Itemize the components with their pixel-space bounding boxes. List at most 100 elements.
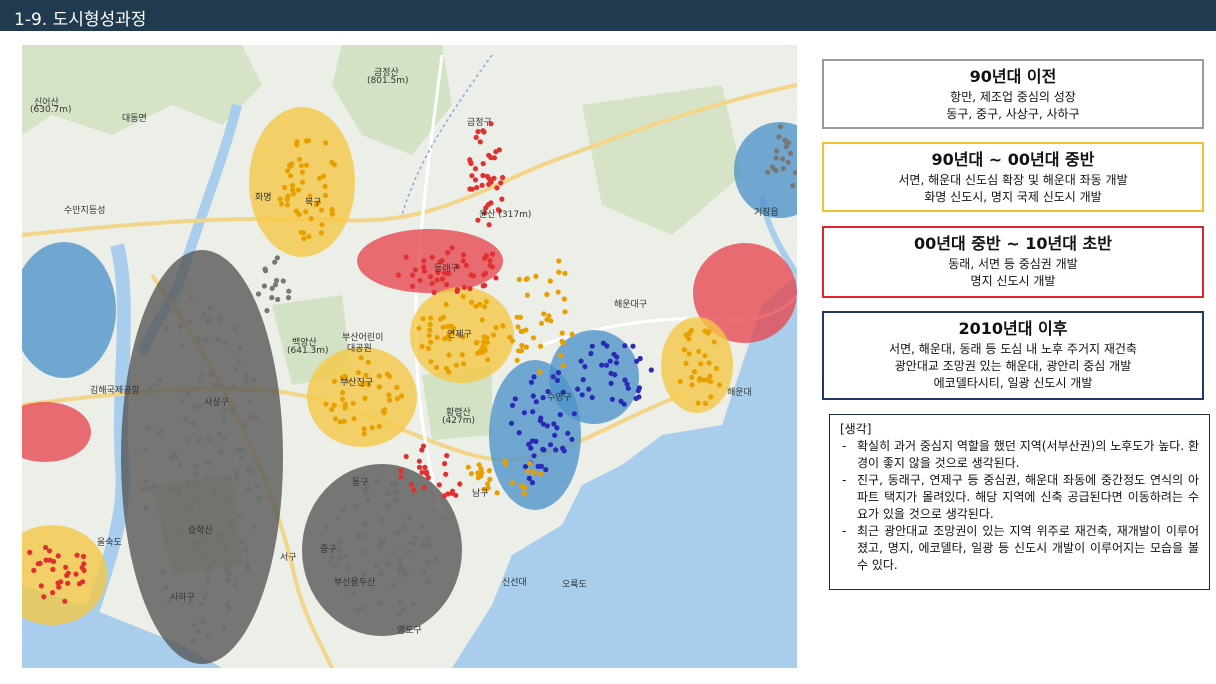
legend-title: 90년대 이전 [969, 67, 1057, 86]
apartment-dot [473, 303, 479, 309]
apartment-dot [488, 179, 494, 185]
apartment-dot [377, 544, 383, 550]
apartment-dot [319, 222, 325, 228]
apartment-dot [55, 553, 61, 559]
apartment-dot [262, 268, 269, 274]
map-label: 승학산 [188, 526, 213, 536]
apartment-dot [554, 377, 561, 383]
apartment-dot [151, 483, 157, 489]
apartment-dot [224, 499, 231, 505]
apartment-dot [187, 319, 193, 325]
map-label: 부산용두산 [334, 578, 376, 588]
apartment-dot [635, 388, 641, 394]
apartment-dot [336, 547, 342, 553]
apartment-dot [686, 351, 692, 357]
apartment-dot [428, 315, 434, 321]
apartment-dot [543, 467, 549, 473]
apartment-dot [245, 486, 251, 493]
apartment-dot [227, 519, 233, 526]
apartment-dot [186, 437, 192, 443]
apartment-dot [416, 458, 422, 464]
apartment-dot [289, 182, 296, 188]
apartment-dot [515, 324, 521, 330]
apartment-dot [179, 398, 185, 404]
apartment-dot [222, 407, 228, 413]
legend-90s-00s: 90년대 ~ 00년대 중반 서면, 해운대 신도심 확장 및 해운대 좌동 개발… [822, 142, 1204, 212]
apartment-dot [394, 384, 400, 390]
apartment-dot [556, 269, 562, 275]
apartment-dot [702, 353, 708, 359]
apartment-dot [477, 139, 483, 145]
apartment-dot [529, 480, 535, 486]
apartment-dot [142, 478, 149, 484]
map-label: 수영구 [547, 393, 572, 403]
apartment-dot [613, 360, 620, 366]
apartment-dot [681, 347, 688, 353]
map-label: 김해국제공항 [90, 386, 140, 396]
legend-title: 2010년대 이후 [958, 319, 1068, 338]
apartment-dot [557, 412, 563, 418]
apartment-dot [187, 501, 194, 507]
apartment-dot [389, 481, 395, 487]
apartment-dot [443, 301, 449, 307]
legend-line: 명지 신도시 개발 [970, 274, 1056, 288]
page-title: 1-9. 도시형성과정 [14, 10, 147, 30]
map-label: 화명 [255, 193, 272, 203]
apartment-dot [509, 338, 516, 344]
apartment-dot [436, 482, 442, 488]
apartment-dot [200, 312, 207, 318]
apartment-dot [41, 594, 47, 600]
map-label: 동구 [352, 478, 369, 488]
apartment-dot [502, 458, 508, 464]
apartment-dot [50, 590, 56, 596]
apartment-dot [27, 549, 33, 555]
apartment-dot [378, 570, 384, 576]
apartment-dot [225, 577, 231, 583]
apartment-dot [625, 385, 631, 391]
apartment-dot [218, 318, 224, 324]
apartment-dot [541, 311, 547, 317]
apartment-dot [512, 396, 518, 402]
apartment-dot [190, 639, 196, 645]
apartment-dot [449, 490, 455, 496]
apartment-dot [177, 324, 183, 330]
apartment-dot [322, 192, 328, 198]
apartment-dot [427, 274, 434, 280]
apartment-dot [419, 343, 425, 350]
apartment-dot [482, 304, 488, 310]
apartment-dot [527, 460, 533, 466]
apartment-dot [487, 476, 493, 482]
apartment-dot [360, 604, 366, 610]
apartment-dot [485, 357, 491, 363]
apartment-dot [785, 159, 791, 165]
apartment-dot [702, 400, 709, 407]
apartment-dot [340, 390, 346, 396]
apartment-dot [579, 392, 585, 398]
apartment-dot [236, 358, 242, 364]
apartment-dot [765, 169, 771, 175]
apartment-dot [226, 605, 232, 611]
apartment-dot [350, 592, 356, 598]
apartment-dot [428, 359, 434, 365]
apartment-dot [38, 583, 44, 589]
apartment-dot [145, 424, 151, 430]
apartment-dot [239, 447, 246, 454]
apartment-dot [381, 407, 388, 413]
apartment-dot [222, 340, 228, 346]
apartment-dot [468, 471, 474, 477]
apartment-dot [273, 277, 280, 284]
apartment-dot [446, 352, 452, 358]
apartment-dot [160, 570, 166, 576]
apartment-dot [480, 172, 486, 179]
apartment-dot [217, 431, 223, 437]
apartment-dot [706, 360, 712, 366]
map-label: 동래구 [434, 264, 459, 274]
apartment-dot [328, 554, 335, 561]
apartment-dot [408, 482, 414, 488]
map-label: 해운대 [727, 388, 752, 398]
apartment-dot [553, 447, 559, 453]
apartment-dot [571, 411, 578, 417]
apartment-dot [203, 336, 209, 342]
map-view[interactable]: 화명 북구 금정구 금정산 (801.5m) 신어산 (630.7m) 대동면 수안지등성 윤산 … [22, 45, 797, 668]
apartment-dot [421, 264, 427, 270]
